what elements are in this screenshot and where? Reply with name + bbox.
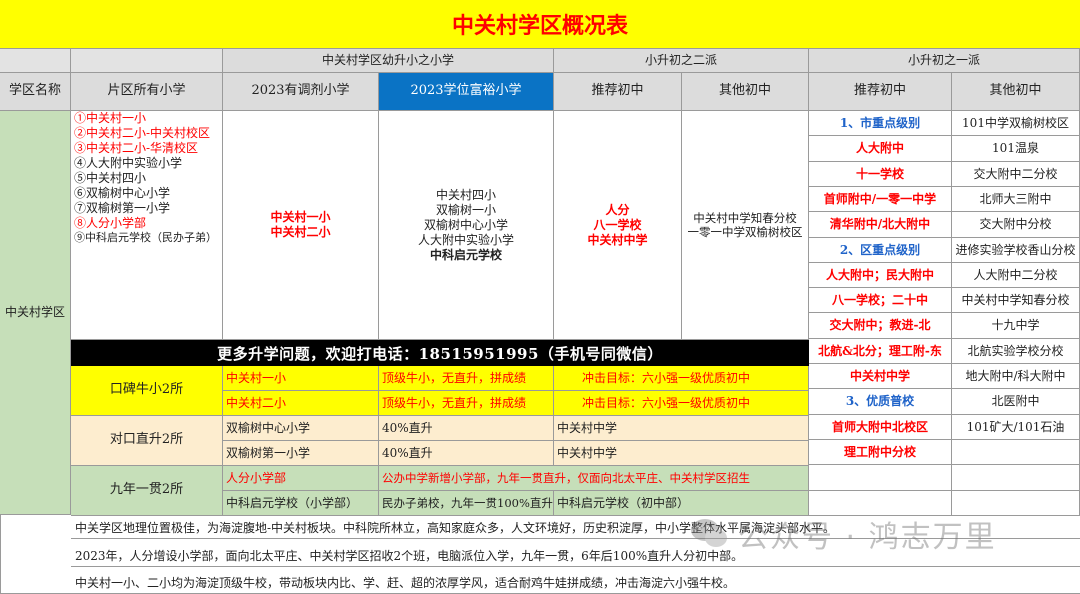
rich-school: 双榆树中心小学: [423, 217, 508, 232]
col-header-all-schools: 片区所有小学: [71, 73, 223, 111]
duikou-mid-2: 中关村中学: [554, 441, 809, 466]
rec-right-cell: 首师附中/一零一中学: [809, 187, 952, 212]
school-item: ⑨中科启元学校（民办子弟）: [74, 231, 217, 244]
adjust-school: 中关村一小: [270, 210, 331, 224]
rec-middle-schools: 人分 八一学校 中关村中学: [554, 111, 682, 340]
other-right-cell: [952, 440, 1080, 465]
duikou-school-1: 双榆树中心小学: [223, 416, 379, 441]
koubei-target-2: 冲击目标：六小强一级优质初中: [554, 391, 809, 416]
col-header-adjust: 2023有调剂小学: [223, 73, 379, 111]
other-right-cell: 地大附中/科大附中: [952, 364, 1080, 389]
school-item: ⑧人分小学部: [74, 216, 147, 230]
other-right-cell: 交大附中二分校: [952, 162, 1080, 187]
rec-right-cell: 人大附中；民大附中: [809, 263, 952, 288]
adjust-schools: 中关村一小 中关村二小: [223, 111, 379, 340]
group-header-one-pai: 小升初之一派: [809, 49, 1080, 73]
koubei-target-1: 冲击目标：六小强一级优质初中: [554, 366, 809, 391]
other-right-cell: 人大附中二分校: [952, 263, 1080, 288]
rec-right-cell: [809, 491, 952, 516]
other-right-cell: 北航实验学校分校: [952, 339, 1080, 364]
koubei-label: 口碑牛小2所: [71, 366, 223, 416]
rec-mid-school: 人分: [605, 202, 630, 217]
col-header-district: 学区名称: [0, 73, 71, 111]
col-header-rec-right: 推荐初中: [809, 73, 952, 111]
rec-right-cell: 理工附中分校: [809, 440, 952, 465]
note-1: 中关学区地理位置极佳，为海淀腹地-中关村板块。中科院所林立，高知家庭众多，人文环…: [71, 516, 1080, 539]
other-middle-schools: 中关村中学知春分校 一零一中学双榆树校区: [682, 111, 809, 340]
notes-left-blank: [0, 516, 71, 594]
other-right-cell: [952, 491, 1080, 516]
adjust-school: 中关村二小: [270, 225, 331, 239]
jiunian-rate-2: 民办子弟校，九年一贯100%直升: [379, 491, 554, 516]
group-header-primary: 中关村学区幼升小之小学: [223, 49, 554, 73]
col-header-other-mid: 其他初中: [682, 73, 809, 111]
col-header-rich: 2023学位富裕小学: [379, 73, 554, 111]
other-right-cell: 101温泉: [952, 136, 1080, 162]
school-item: ③中关村二小-华清校区: [74, 141, 199, 155]
jiunian-desc-1: 公办中学新增小学部，九年一贯直升，仅面向北太平庄、中关村学区招生: [379, 466, 809, 491]
rich-school: 中关村四小: [435, 187, 496, 202]
rich-schools: 中关村四小 双榆树一小 双榆树中心小学 人大附中实验小学 中科启元学校: [379, 111, 554, 340]
duikou-label: 对口直升2所: [71, 416, 223, 466]
koubei-desc-2: 顶级牛小，无直升，拼成绩: [379, 391, 554, 416]
header-blank: [0, 49, 71, 73]
school-item: ⑤中关村四小: [74, 171, 147, 185]
other-right-cell: 101矿大/101石油: [952, 415, 1080, 440]
jiunian-label: 九年一贯2所: [71, 466, 223, 516]
rec-right-cell: 十一学校: [809, 162, 952, 187]
koubei-desc-1: 顶级牛小，无直升，拼成绩: [379, 366, 554, 391]
school-item: ⑥双榆树中心小学: [74, 186, 171, 200]
rec-right-cell: 首师大附中北校区: [809, 415, 952, 440]
duikou-rate-2: 40%直升: [379, 441, 554, 466]
other-right-cell: 北师大三附中: [952, 187, 1080, 212]
other-right-cell: [952, 465, 1080, 491]
rec-mid-school: 中关村中学: [587, 232, 648, 247]
other-mid-school: 一零一中学双榆树校区: [687, 225, 803, 239]
rec-right-cell: 3、优质普校: [809, 389, 952, 415]
school-item: ⑦双榆树第一小学: [74, 201, 171, 215]
other-right-cell: 101中学双榆树校区: [952, 111, 1080, 136]
rec-mid-school: 八一学校: [593, 217, 642, 232]
school-item: ②中关村二小-中关村校区: [74, 126, 211, 140]
duikou-school-2: 双榆树第一小学: [223, 441, 379, 466]
jiunian-mid-2: 中科启元学校（初中部）: [554, 491, 809, 516]
rec-right-cell: [809, 465, 952, 491]
note-3: 中关村一小、二小均为海淀顶级牛校，带动板块内比、学、赶、超的浓厚学风，适合耐鸡牛…: [71, 571, 1080, 594]
page-title: 中关村学区概况表: [0, 0, 1080, 49]
header-blank-2: [71, 49, 223, 73]
other-right-cell: 十九中学: [952, 313, 1080, 339]
rich-school: 中科启元学校: [429, 247, 502, 262]
rec-right-cell: 北航&北分；理工附-东: [809, 339, 952, 364]
other-right-cell: 中关村中学知春分校: [952, 288, 1080, 313]
phone-banner: 更多升学问题，欢迎打电话：18515951995（手机号同微信）: [71, 340, 809, 366]
rec-right-cell: 中关村中学: [809, 364, 952, 389]
duikou-rate-1: 40%直升: [379, 416, 554, 441]
koubei-school-1: 中关村一小: [223, 366, 379, 391]
rec-right-cell: 交大附中；教进-北: [809, 313, 952, 339]
note-2: 2023年，人分增设小学部，面向北太平庄、中关村学区招收2个班，电脑派位入学，九…: [71, 544, 1080, 567]
rec-right-cell: 2、区重点级别: [809, 238, 952, 263]
rec-right-cell: 八一学校；二十中: [809, 288, 952, 313]
jiunian-school-2: 中科启元学校（小学部）: [223, 491, 379, 516]
rich-school: 双榆树一小: [435, 202, 496, 217]
jiunian-school-1: 人分小学部: [223, 466, 379, 491]
school-item: ④人大附中实验小学: [74, 156, 183, 170]
other-right-cell: 交大附中分校: [952, 212, 1080, 238]
duikou-mid-1: 中关村中学: [554, 416, 809, 441]
rich-school: 人大附中实验小学: [417, 232, 514, 247]
other-right-cell: 北医附中: [952, 389, 1080, 415]
district-name: 中关村学区: [0, 111, 71, 515]
rec-right-cell: 清华附中/北大附中: [809, 212, 952, 238]
col-header-rec-mid: 推荐初中: [554, 73, 682, 111]
all-schools-list: ①中关村一小 ②中关村二小-中关村校区 ③中关村二小-华清校区 ④人大附中实验小…: [71, 111, 223, 340]
rec-right-cell: 1、市重点级别: [809, 111, 952, 136]
other-mid-school: 中关村中学知春分校: [693, 210, 797, 225]
other-right-cell: 进修实验学校香山分校: [952, 238, 1080, 263]
group-header-two-pai: 小升初之二派: [554, 49, 809, 73]
school-item: ①中关村一小: [74, 111, 147, 125]
rec-right-cell: 人大附中: [809, 136, 952, 162]
col-header-other-right: 其他初中: [952, 73, 1080, 111]
koubei-school-2: 中关村二小: [223, 391, 379, 416]
